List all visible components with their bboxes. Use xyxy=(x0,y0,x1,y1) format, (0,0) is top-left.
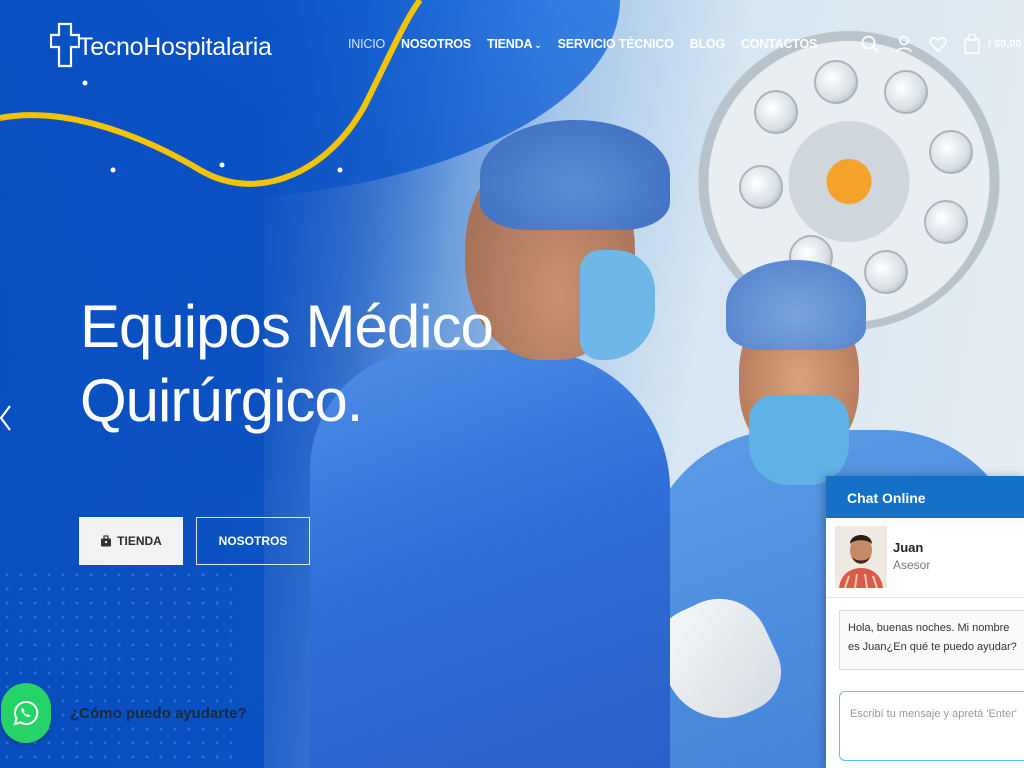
nav-blog[interactable]: BLOG xyxy=(690,37,726,51)
main-nav: INICIO NOSOTROS TIENDA ⌄ SERVICIO TÉCNICO… xyxy=(348,37,833,51)
medical-cross-icon xyxy=(50,22,80,68)
surgeon-cap xyxy=(480,120,670,230)
whatsapp-button[interactable] xyxy=(1,683,51,743)
surgeon-mask xyxy=(749,395,849,485)
header-actions: / $0,00 xyxy=(860,34,1022,54)
cart-icon[interactable] xyxy=(962,34,982,54)
lamp-bulb xyxy=(924,200,968,244)
lamp-bulb xyxy=(739,165,783,209)
nav-servicio-tecnico[interactable]: SERVICIO TÉCNICO xyxy=(558,37,674,51)
chat-message: Hola, buenas noches. Mi nombre es Juan¿E… xyxy=(839,610,1024,670)
nav-inicio[interactable]: INICIO xyxy=(348,37,385,51)
chat-agent: Juan Asesor xyxy=(826,518,1024,598)
logo-text: TecnoHospitalaria xyxy=(78,32,272,61)
surgeon-cap xyxy=(726,260,866,350)
site-logo[interactable]: TecnoHospitalaria xyxy=(50,22,272,68)
agent-role: Asesor xyxy=(893,558,931,572)
lamp-bulb xyxy=(754,90,798,134)
chevron-left-icon[interactable] xyxy=(0,404,14,432)
nav-tienda[interactable]: TIENDA ⌄ xyxy=(487,37,542,51)
site-header: TecnoHospitalaria INICIO NOSOTROS TIENDA… xyxy=(0,0,1024,90)
agent-name: Juan xyxy=(893,540,924,555)
cart-total[interactable]: / $0,00 xyxy=(988,38,1022,50)
search-icon[interactable] xyxy=(860,34,880,54)
whatsapp-icon xyxy=(13,700,39,726)
chevron-down-icon: ⌄ xyxy=(534,40,542,50)
heart-icon[interactable] xyxy=(928,34,948,54)
surgeon-woman xyxy=(300,120,680,768)
nav-nosotros[interactable]: NOSOTROS xyxy=(401,37,471,51)
chat-message-input[interactable]: Escribí tu mensaje y apretá 'Enter' xyxy=(839,691,1024,761)
nosotros-button-label: NOSOTROS xyxy=(218,534,288,548)
avatar xyxy=(835,526,887,588)
nav-tienda-label: TIENDA xyxy=(486,37,533,51)
briefcase-icon xyxy=(101,535,112,547)
nav-contactos[interactable]: CONTACTOS xyxy=(741,37,817,51)
chat-widget: Chat Online Juan Asesor Hola, buenas noc… xyxy=(826,476,1024,768)
chat-header[interactable]: Chat Online xyxy=(826,476,1024,518)
tienda-button-label: TIENDA xyxy=(117,534,162,548)
lamp-bulb xyxy=(929,130,973,174)
whatsapp-prompt[interactable]: ¿Cómo puedo ayudarte? xyxy=(70,705,247,722)
tienda-button[interactable]: TIENDA xyxy=(79,517,183,565)
user-icon[interactable] xyxy=(894,34,914,54)
nosotros-button[interactable]: NOSOTROS xyxy=(196,517,310,565)
hero-title: Equipos Médico Quirúrgico. xyxy=(80,293,494,434)
surgeon-mask xyxy=(580,250,655,360)
